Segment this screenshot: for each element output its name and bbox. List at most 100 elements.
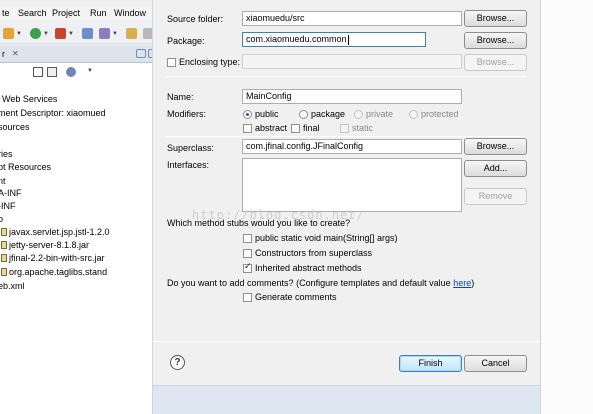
tree-item[interactable]: eb.xml	[0, 281, 25, 291]
link-with-editor-icon[interactable]	[47, 67, 57, 77]
menu-search[interactable]: Search	[18, 8, 47, 18]
help-icon[interactable]: ?	[170, 355, 185, 370]
generate-comments-checkbox[interactable]	[243, 293, 252, 302]
package-explorer-header: r ✕	[0, 45, 160, 63]
public-radio[interactable]	[243, 110, 252, 119]
source-folder-input[interactable]: xiaomuedu/src	[242, 11, 462, 26]
abstract-label: abstract	[255, 123, 288, 133]
private-label: private	[366, 109, 394, 119]
menu-run[interactable]: Run	[90, 8, 107, 18]
pane-title[interactable]: r	[2, 49, 5, 59]
static-label: static	[352, 123, 374, 133]
tree-item[interactable]: jfinal-2.2-bin-with-src.jar	[9, 253, 105, 263]
external-tools-icon[interactable]	[55, 28, 66, 39]
run-icon[interactable]	[30, 28, 41, 39]
private-radio[interactable]	[354, 110, 363, 119]
separator	[166, 76, 526, 77]
open-type-icon[interactable]	[126, 28, 137, 39]
close-icon[interactable]: ✕	[12, 49, 19, 58]
collapse-all-icon[interactable]	[33, 67, 43, 77]
package-radio-label: package	[311, 109, 346, 119]
comments-question-tail: )	[471, 278, 475, 288]
tree-item[interactable]: Web Services	[2, 94, 57, 104]
interfaces-list[interactable]	[242, 158, 462, 212]
main-method-label: public static void main(String[] args)	[255, 233, 398, 243]
tree-item[interactable]: org.apache.taglibs.stand	[9, 267, 107, 277]
tree-item[interactable]: jetty-server-8.1.8.jar	[9, 240, 89, 250]
minimize-icon[interactable]	[136, 49, 146, 58]
dialog-bottom-bar	[152, 386, 541, 414]
tree-item[interactable]: o	[0, 214, 3, 224]
superclass-input[interactable]: com.jfinal.config.JFinalConfig	[242, 139, 462, 154]
enclosing-type-checkbox[interactable]	[167, 58, 176, 67]
new-class-icon[interactable]	[82, 28, 93, 39]
enclosing-type-input[interactable]	[242, 54, 462, 69]
chevron-down-icon[interactable]: ▼	[16, 31, 22, 37]
method-stubs-question: Which method stubs would you like to cre…	[167, 218, 351, 228]
protected-label: protected	[421, 109, 459, 119]
tree-item[interactable]: sources	[0, 122, 30, 132]
constructors-checkbox[interactable]	[243, 249, 252, 258]
chevron-down-icon[interactable]: ▼	[43, 31, 49, 37]
superclass-browse-button[interactable]: Browse...	[464, 138, 527, 155]
pane-toolbar: ▼	[0, 63, 160, 82]
static-checkbox[interactable]	[340, 124, 349, 133]
protected-radio[interactable]	[409, 110, 418, 119]
jar-icon	[1, 228, 7, 236]
chevron-down-icon[interactable]: ▼	[112, 31, 118, 37]
source-folder-label: Source folder:	[167, 14, 224, 24]
view-menu-icon[interactable]: ▼	[87, 68, 93, 74]
final-checkbox[interactable]	[291, 124, 300, 133]
chevron-down-icon[interactable]: ▼	[68, 31, 74, 37]
generate-comments-label: Generate comments	[255, 292, 337, 302]
new-package-icon[interactable]	[99, 28, 110, 39]
tree-item[interactable]: ries	[0, 149, 13, 159]
main-toolbar: ▼ ▼ ▼ ▼	[0, 22, 160, 44]
remove-interface-button[interactable]: Remove	[464, 188, 527, 205]
background-area	[541, 0, 593, 414]
main-method-checkbox[interactable]	[243, 234, 252, 243]
jar-icon	[1, 241, 7, 249]
package-input[interactable]: com.xiaomuedu.common	[242, 32, 426, 47]
name-label: Name:	[167, 92, 194, 102]
menu-project[interactable]: Project	[52, 8, 80, 18]
tree-item[interactable]: A-INF	[0, 188, 22, 198]
add-interface-button[interactable]: Add...	[464, 160, 527, 177]
separator	[153, 341, 540, 342]
comments-question-text: Do you want to add comments? (Configure …	[167, 278, 451, 288]
finish-button[interactable]: Finish	[399, 355, 462, 372]
menu-window[interactable]: Window	[114, 8, 146, 18]
menu-file[interactable]: te	[2, 8, 10, 18]
separator	[166, 136, 526, 137]
package-label: Package:	[167, 36, 205, 46]
enclosing-type-browse-button[interactable]: Browse...	[464, 54, 527, 71]
tree-item[interactable]: javax.servlet.jsp.jstl-1.2.0	[9, 227, 110, 237]
constructors-label: Constructors from superclass	[255, 248, 373, 258]
enclosing-type-label: Enclosing type:	[179, 57, 241, 67]
tree-item[interactable]: pt Resources	[0, 162, 51, 172]
cancel-button[interactable]: Cancel	[464, 355, 527, 372]
source-folder-browse-button[interactable]: Browse...	[464, 10, 527, 27]
debug-icon[interactable]	[3, 28, 14, 39]
inherited-methods-checkbox[interactable]	[243, 262, 252, 273]
jar-icon	[1, 254, 7, 262]
package-browse-button[interactable]: Browse...	[464, 32, 527, 49]
tree-item[interactable]: nt	[0, 176, 6, 186]
tree-item[interactable]: ment Descriptor: xiaomued	[0, 108, 106, 118]
public-label: public	[255, 109, 279, 119]
tree-item[interactable]: -INF	[0, 201, 16, 211]
inherited-methods-label: Inherited abstract methods	[255, 263, 362, 273]
abstract-checkbox[interactable]	[243, 124, 252, 133]
comments-question: Do you want to add comments? (Configure …	[167, 278, 474, 288]
package-radio[interactable]	[299, 110, 308, 119]
configure-templates-link[interactable]: here	[453, 278, 471, 288]
interfaces-label: Interfaces:	[167, 160, 210, 170]
final-label: final	[303, 123, 320, 133]
class-name-input[interactable]: MainConfig	[242, 89, 462, 104]
package-value: com.xiaomuedu.common	[246, 34, 347, 44]
text-caret	[347, 34, 349, 45]
filters-icon[interactable]	[66, 67, 76, 77]
superclass-label: Superclass:	[167, 143, 215, 153]
modifiers-label: Modifiers:	[167, 109, 207, 119]
package-explorer-tree: Web Services ment Descriptor: xiaomued s…	[0, 82, 160, 414]
